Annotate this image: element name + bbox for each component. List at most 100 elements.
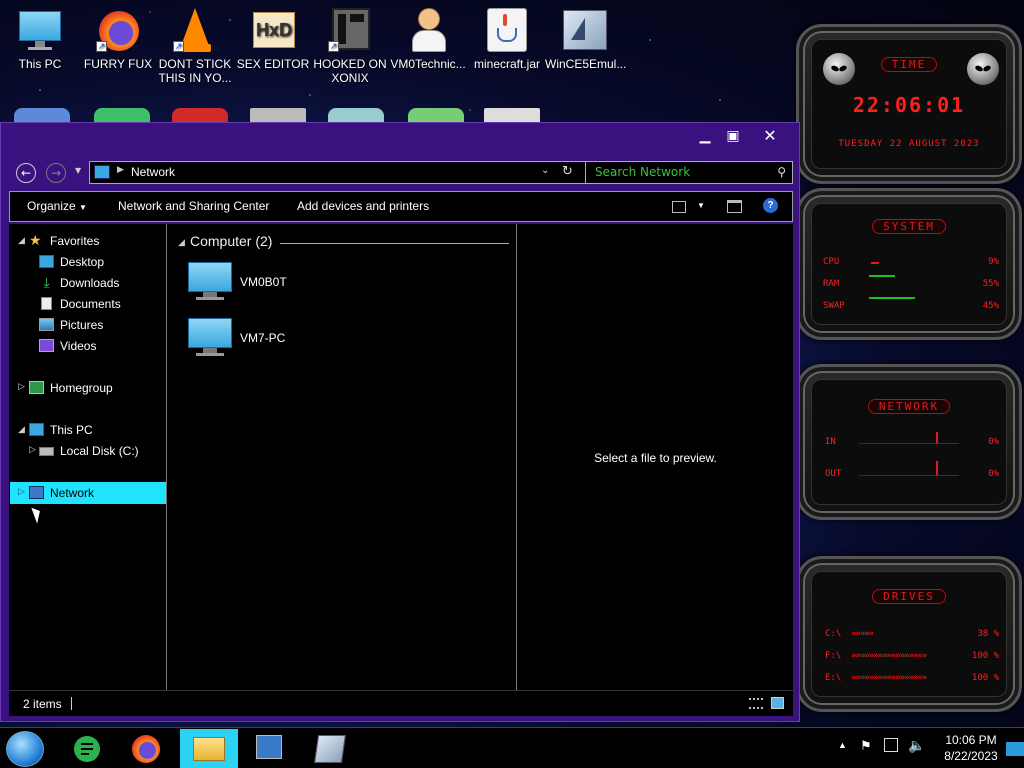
star-icon: ★: [29, 232, 42, 248]
status-bar: 2 items: [9, 690, 793, 716]
forward-button[interactable]: →: [46, 163, 66, 183]
start-button[interactable]: [6, 731, 44, 767]
computer-icon: [188, 262, 232, 302]
desktop-icon-label: FURRY FUX: [83, 57, 153, 71]
window-title-bar[interactable]: ▁ ▣ ✕: [1, 123, 799, 149]
explorer-window[interactable]: ▁ ▣ ✕ ← → ▼ ▶ Network ⌄ ↻ Search Network…: [0, 122, 800, 722]
address-dropdown-icon[interactable]: ⌄: [541, 165, 549, 176]
expand-favorites-icon[interactable]: ◢: [18, 236, 25, 246]
net-out-graph: [859, 475, 959, 476]
java-icon: [483, 6, 531, 54]
show-desktop-button[interactable]: [1006, 742, 1024, 756]
taskbar-app-feedly[interactable]: [58, 729, 116, 768]
breadcrumb-separator-icon[interactable]: ▶: [117, 165, 124, 175]
preview-pane-icon[interactable]: [727, 200, 742, 213]
search-input[interactable]: Search Network ⚲: [585, 161, 793, 184]
view-dropdown-icon[interactable]: ▼: [697, 201, 705, 210]
vlc-icon: ↗: [171, 6, 219, 54]
taskbar-app-firefox[interactable]: [118, 729, 176, 768]
swap-value: 45%: [982, 301, 999, 311]
network-sharing-center-button[interactable]: Network and Sharing Center: [118, 199, 269, 213]
network-gadget-title: NETWORK: [867, 399, 951, 414]
expand-homegroup-icon[interactable]: ▷: [18, 382, 25, 392]
monitor-icon: [16, 6, 64, 54]
help-icon[interactable]: ?: [763, 198, 778, 213]
close-button[interactable]: ✕: [747, 125, 793, 147]
show-hidden-icons-button[interactable]: ▲: [838, 740, 847, 768]
cpu-bar: [871, 262, 879, 264]
view-options-icon[interactable]: [672, 201, 686, 213]
maximize-button[interactable]: ▣: [719, 125, 747, 147]
refresh-icon[interactable]: ↻: [562, 164, 573, 179]
time-gadget[interactable]: TIME 22:06:01 TUESDAY 22 AUGUST 2023: [796, 24, 1022, 184]
net-in-spike: [936, 432, 938, 443]
system-gadget[interactable]: SYSTEM CPU 9% RAM 55% SWAP 45%: [796, 188, 1022, 340]
network-icon: [29, 486, 44, 499]
computer-settings-icon: [256, 735, 282, 759]
net-out-value: 0%: [988, 469, 999, 479]
system-gadget-title: SYSTEM: [872, 219, 946, 234]
group-header[interactable]: Computer (2): [190, 233, 272, 249]
desktop-icon-label: minecraft.jar: [473, 57, 541, 71]
file-item[interactable]: VM7-PC: [188, 318, 308, 362]
taskbar-app-file-explorer[interactable]: [180, 729, 238, 768]
address-box[interactable]: ▶ Network ⌄ ↻: [89, 161, 586, 184]
file-item[interactable]: VM0B0T: [188, 262, 308, 306]
expand-local-disk-icon[interactable]: ▷: [29, 445, 36, 455]
drive-c-value: 38 %: [977, 629, 999, 639]
drive-icon: [39, 447, 54, 456]
video-icon: [39, 339, 54, 352]
content-area: ◢ ★ Favorites Desktop ⤓ Downloads Docume…: [9, 224, 793, 690]
document-icon: [41, 297, 52, 310]
taskbar-app-system[interactable]: [240, 729, 298, 768]
details-view-icon[interactable]: [749, 698, 763, 709]
back-button[interactable]: ←: [16, 163, 36, 183]
network-gadget[interactable]: NETWORK IN 0% OUT 0%: [796, 364, 1022, 520]
file-list[interactable]: ◢ Computer (2) VM0B0T VM7-PC: [168, 224, 517, 690]
preview-pane: Select a file to preview.: [518, 224, 793, 690]
navigation-pane[interactable]: ◢ ★ Favorites Desktop ⤓ Downloads Docume…: [9, 224, 167, 690]
minimize-button[interactable]: ▁: [691, 125, 719, 147]
wince-icon: [314, 735, 346, 763]
clock[interactable]: 10:06 PM 8/22/2023: [940, 733, 1002, 768]
folder-icon: [193, 737, 225, 761]
add-devices-button[interactable]: Add devices and printers: [297, 199, 429, 213]
cpu-label: CPU: [823, 257, 840, 267]
time-gadget-title: TIME: [880, 57, 938, 72]
expand-network-icon[interactable]: ▷: [18, 487, 25, 497]
net-out-spike: [936, 461, 938, 475]
desktop-icon-minecraft-jar[interactable]: minecraft.jar: [467, 6, 547, 71]
chevron-down-icon: ▼: [79, 203, 87, 212]
search-icon[interactable]: ⚲: [777, 162, 786, 183]
expand-this-pc-icon[interactable]: ◢: [18, 425, 25, 435]
picture-icon: [39, 318, 54, 331]
recent-locations-chevron-icon[interactable]: ▼: [75, 166, 81, 175]
nav-item-network-selected[interactable]: ▷ Network: [10, 482, 166, 504]
net-in-graph: [859, 443, 959, 444]
desktop-icon-sex-editor[interactable]: HxD SEX EDITOR: [233, 6, 313, 71]
drives-gadget[interactable]: DRIVES C:\ »»»»» 38 % F:\ »»»»»»»»»»»»»»…: [796, 556, 1022, 712]
desktop-icon-hooked-on-xonix[interactable]: ↗ HOOKED ON XONIX: [310, 6, 390, 85]
mouse-cursor: [31, 505, 44, 524]
swap-bar: [869, 297, 915, 299]
desktop-icon-furry-fux[interactable]: ↗ FURRY FUX: [78, 6, 158, 71]
drive-e-value: 100 %: [971, 673, 999, 683]
clock-readout: 22:06:01: [852, 93, 966, 117]
breadcrumb[interactable]: Network: [131, 165, 175, 179]
clock-date: 8/22/2023: [944, 749, 998, 763]
ram-label: RAM: [823, 279, 840, 289]
organize-button[interactable]: Organize ▼: [27, 199, 87, 213]
desktop-icon-vm0technic[interactable]: VM0Technic...: [388, 6, 468, 71]
desktop-icon-wince5emul[interactable]: WinCE5Emul...: [545, 6, 626, 71]
network-tray-icon[interactable]: [884, 738, 898, 752]
date-readout: TUESDAY 22 AUGUST 2023: [838, 139, 980, 149]
volume-icon[interactable]: 🔈: [908, 737, 925, 768]
collapse-group-icon[interactable]: ◢: [178, 238, 185, 248]
search-placeholder: Search Network: [595, 165, 691, 179]
desktop-icon-this-pc[interactable]: This PC: [0, 6, 80, 71]
taskbar-app-wince[interactable]: [302, 729, 360, 768]
large-icons-view-icon[interactable]: [771, 697, 784, 709]
doctor-icon: [404, 6, 452, 54]
desktop-icon-vlc[interactable]: ↗ DONT STICK THIS IN YO...: [155, 6, 235, 85]
action-center-flag-icon[interactable]: ⚑: [860, 738, 872, 768]
